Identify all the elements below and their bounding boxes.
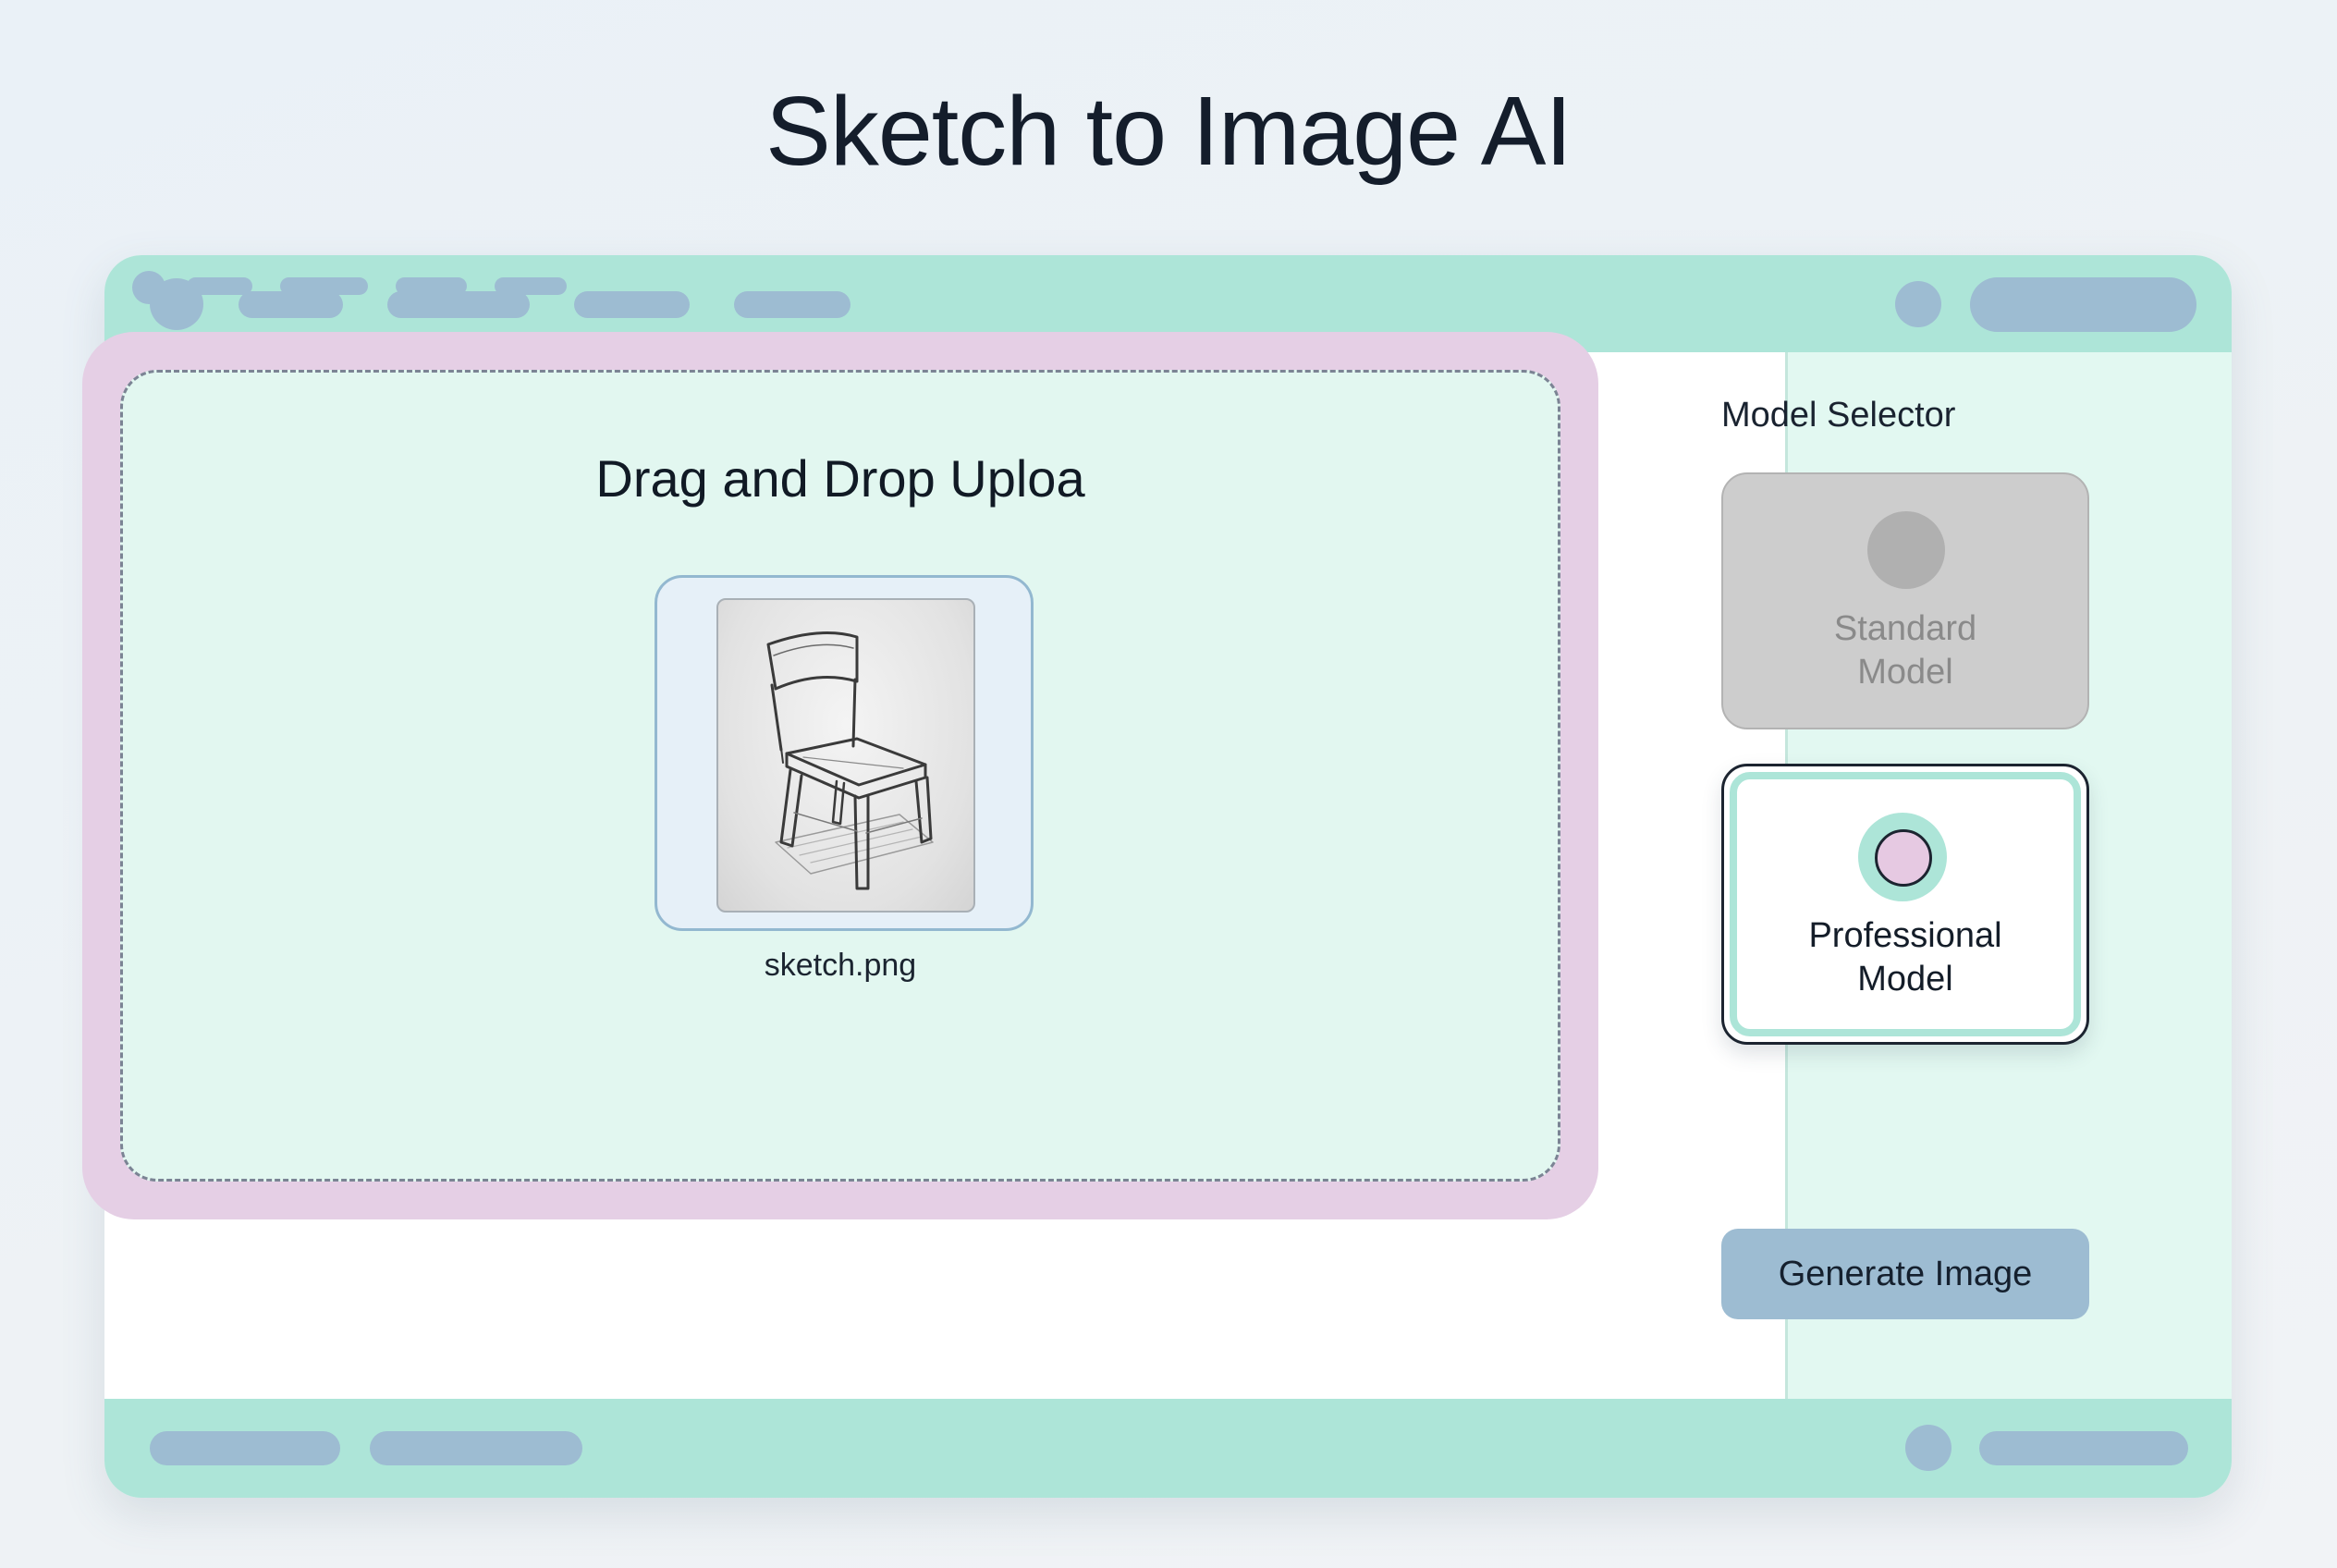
footer-placeholder-a[interactable] bbox=[150, 1431, 340, 1465]
standard-model-label: Standard Model bbox=[1833, 609, 1977, 692]
drop-zone[interactable]: Drag and Drop Uploa sketch.png bbox=[120, 370, 1560, 1182]
page-title: Sketch to Image AI bbox=[765, 77, 1572, 186]
drop-zone-title: Drag and Drop Uploa bbox=[595, 449, 1085, 508]
model-circle-icon bbox=[1867, 511, 1945, 589]
nav-placeholder-a[interactable] bbox=[239, 291, 343, 318]
chair-sketch-image bbox=[716, 598, 975, 913]
profile-avatar-icon[interactable] bbox=[1895, 281, 1941, 327]
account-button-placeholder[interactable] bbox=[1970, 277, 2196, 332]
footer-placeholder-c[interactable] bbox=[1979, 1431, 2188, 1465]
professional-model-option[interactable]: Professional Model bbox=[1721, 764, 2089, 1045]
footer-status-icon[interactable] bbox=[1905, 1425, 1952, 1471]
nav-placeholder-b[interactable] bbox=[387, 291, 530, 318]
generate-image-button[interactable]: Generate Image bbox=[1721, 1229, 2089, 1319]
uploaded-file-card[interactable] bbox=[655, 575, 1034, 931]
model-selector-label: Model Selector bbox=[1721, 396, 1956, 435]
nav-placeholder-d[interactable] bbox=[734, 291, 850, 318]
radio-selected-icon bbox=[1858, 813, 1947, 901]
standard-model-option[interactable]: Standard Model bbox=[1721, 472, 2089, 729]
chair-sketch-drawing bbox=[766, 631, 934, 890]
footer-placeholder-b[interactable] bbox=[370, 1431, 582, 1465]
upload-frame: Drag and Drop Uploa sketch.png bbox=[82, 332, 1598, 1219]
professional-model-label: Professional Model bbox=[1808, 916, 2002, 998]
uploaded-file-name: sketch.png bbox=[764, 948, 917, 983]
nav-placeholder-c[interactable] bbox=[574, 291, 690, 318]
app-logo-icon[interactable] bbox=[150, 278, 203, 330]
